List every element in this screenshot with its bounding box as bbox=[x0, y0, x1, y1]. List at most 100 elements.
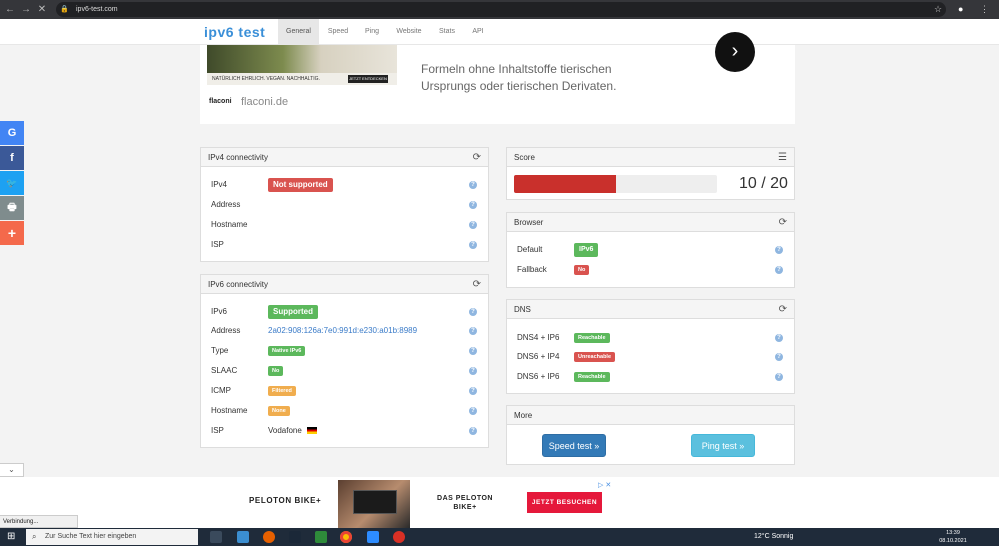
row-label: DNS4 + IP6 bbox=[517, 333, 560, 342]
twitter-icon: 🐦 bbox=[6, 178, 18, 188]
help-icon[interactable]: ? bbox=[469, 241, 477, 249]
dns4-ip6-row: DNS4 + IP6 Reachable ? bbox=[507, 331, 794, 345]
ad-arrow-button[interactable]: › bbox=[715, 32, 755, 72]
chrome-icon[interactable] bbox=[340, 531, 352, 543]
ad-image-text: NATÜRLICH EHRLICH. VEGAN. NACHHALTIG. bbox=[212, 76, 320, 82]
list-icon[interactable]: ☰ bbox=[778, 148, 787, 167]
bookmark-star-icon[interactable]: ☆ bbox=[934, 0, 942, 19]
help-icon[interactable]: ? bbox=[469, 427, 477, 435]
germany-flag-icon bbox=[307, 427, 317, 434]
row-label: Hostname bbox=[211, 406, 248, 415]
help-icon[interactable]: ? bbox=[775, 266, 783, 274]
address-bar[interactable]: ipv6-test.com bbox=[56, 2, 946, 17]
taskbar-search-input[interactable]: Zur Suche Text hier eingeben bbox=[26, 529, 198, 545]
clock-time: 13:39 bbox=[946, 530, 960, 536]
ipv6-address-value[interactable]: 2a02:908:126a:7e0:991d:e230:a01b:8989 bbox=[268, 324, 417, 338]
windows-start-icon[interactable]: ⊞ bbox=[7, 528, 15, 546]
help-icon[interactable]: ? bbox=[469, 221, 477, 229]
firefox-icon[interactable] bbox=[263, 531, 275, 543]
score-value: 10 / 20 bbox=[739, 175, 788, 192]
help-icon[interactable]: ? bbox=[469, 181, 477, 189]
tab-api[interactable]: API bbox=[466, 19, 490, 45]
task-view-icon[interactable] bbox=[210, 531, 222, 543]
app-icon[interactable] bbox=[315, 531, 327, 543]
ad-choices-icon[interactable]: ▷ ✕ bbox=[598, 481, 611, 489]
menu-icon[interactable]: ⋮ bbox=[980, 0, 989, 19]
ad-domain[interactable]: flaconi.de bbox=[241, 96, 288, 108]
more-share-button[interactable]: + bbox=[0, 221, 24, 245]
ipv6-panel-header: IPv6 connectivity ⟳ bbox=[201, 275, 488, 294]
ad-image-button[interactable]: JETZT ENTDECKEN bbox=[348, 75, 388, 83]
speed-test-button[interactable]: Speed test » bbox=[542, 434, 606, 457]
collapse-ad-button[interactable]: ⌄ bbox=[0, 463, 24, 477]
ipv6-row: IPv6 Supported ? bbox=[201, 305, 488, 319]
refresh-icon[interactable]: ⟳ bbox=[779, 213, 787, 232]
twitter-share-button[interactable]: 🐦 bbox=[0, 171, 24, 195]
app-icon-2[interactable] bbox=[393, 531, 405, 543]
plus-icon: + bbox=[7, 225, 17, 241]
tab-website[interactable]: Website bbox=[390, 19, 428, 45]
forward-icon[interactable]: → bbox=[18, 0, 34, 19]
refresh-icon[interactable]: ⟳ bbox=[779, 300, 787, 319]
ad-visit-button[interactable]: JETZT BESUCHEN bbox=[527, 492, 602, 513]
tab-stats[interactable]: Stats bbox=[431, 19, 463, 45]
clock-date: 08.10.2021 bbox=[939, 538, 967, 544]
browser-panel: Browser ⟳ Default IPv6 ? Fallback No ? bbox=[506, 212, 795, 288]
help-icon[interactable]: ? bbox=[775, 373, 783, 381]
stop-icon[interactable]: ✕ bbox=[34, 0, 50, 19]
taskbar-clock[interactable]: 13:39 08.10.2021 bbox=[938, 529, 968, 545]
help-icon[interactable]: ? bbox=[469, 308, 477, 316]
tab-general[interactable]: General bbox=[278, 19, 319, 45]
google-share-button[interactable]: G bbox=[0, 121, 24, 145]
print-button[interactable]: 🖶 bbox=[0, 196, 24, 220]
steam-icon[interactable] bbox=[289, 531, 301, 543]
bottom-advertisement[interactable]: PELOTON BIKE+ DAS PELOTON BIKE+ JETZT BE… bbox=[0, 477, 999, 528]
ad-text[interactable]: Formeln ohne Inhaltstoffe tierischen Urs… bbox=[421, 61, 661, 95]
top-advertisement[interactable]: NATÜRLICH EHRLICH. VEGAN. NACHHALTIG. JE… bbox=[200, 32, 795, 124]
refresh-icon[interactable]: ⟳ bbox=[473, 275, 481, 294]
status-badge: Unreachable bbox=[574, 352, 616, 362]
help-icon[interactable]: ? bbox=[775, 353, 783, 361]
facebook-icon: f bbox=[10, 152, 14, 164]
tab-speed[interactable]: Speed bbox=[322, 19, 354, 45]
weather-widget[interactable]: 12°C Sonnig bbox=[754, 528, 793, 546]
ipv6-type-row: Type Native IPv6 ? bbox=[201, 344, 488, 358]
help-icon[interactable]: ? bbox=[469, 201, 477, 209]
ping-test-button[interactable]: Ping test » bbox=[691, 434, 755, 457]
help-icon[interactable]: ? bbox=[469, 387, 477, 395]
site-navbar: ipv6 test General Speed Ping Website Sta… bbox=[0, 19, 999, 45]
help-icon[interactable]: ? bbox=[775, 334, 783, 342]
search-icon: ⌕ bbox=[32, 532, 37, 541]
site-logo[interactable]: ipv6 test bbox=[204, 21, 265, 43]
help-icon[interactable]: ? bbox=[469, 347, 477, 355]
ipv4-panel-header: IPv4 connectivity ⟳ bbox=[201, 148, 488, 167]
ad-headline: DAS PELOTON BIKE+ bbox=[437, 495, 493, 511]
back-icon[interactable]: ← bbox=[2, 0, 18, 19]
dns-panel-header: DNS ⟳ bbox=[507, 300, 794, 319]
row-label: Address bbox=[211, 200, 241, 209]
status-badge: Reachable bbox=[574, 333, 610, 343]
tab-ping[interactable]: Ping bbox=[357, 19, 387, 45]
status-badge: Filtered bbox=[268, 386, 296, 396]
score-panel: Score ☰ 10 / 20 bbox=[506, 147, 795, 200]
chevron-right-icon: › bbox=[731, 40, 739, 62]
file-explorer-icon[interactable] bbox=[237, 531, 249, 543]
profile-icon[interactable]: ● bbox=[958, 0, 963, 19]
row-label: Type bbox=[211, 346, 229, 355]
browser-toolbar: ← → ✕ ipv6-test.com 🔒 ☆ ● ⋮ bbox=[0, 0, 999, 19]
ipv4-panel-title: IPv4 connectivity bbox=[208, 153, 269, 162]
flaconi-logo: flaconi bbox=[209, 98, 232, 105]
ipv4-address-row: Address ? bbox=[201, 198, 488, 212]
zoom-icon[interactable] bbox=[367, 531, 379, 543]
print-icon: 🖶 bbox=[7, 202, 17, 213]
more-panel-header: More bbox=[507, 406, 794, 425]
help-icon[interactable]: ? bbox=[775, 246, 783, 254]
help-icon[interactable]: ? bbox=[469, 327, 477, 335]
help-icon[interactable]: ? bbox=[469, 367, 477, 375]
ipv6-slaac-row: SLAAC No ? bbox=[201, 364, 488, 378]
facebook-share-button[interactable]: f bbox=[0, 146, 24, 170]
refresh-icon[interactable]: ⟳ bbox=[473, 148, 481, 167]
ipv6-icmp-row: ICMP Filtered ? bbox=[201, 384, 488, 398]
browser-fallback-row: Fallback No ? bbox=[507, 263, 794, 277]
help-icon[interactable]: ? bbox=[469, 407, 477, 415]
